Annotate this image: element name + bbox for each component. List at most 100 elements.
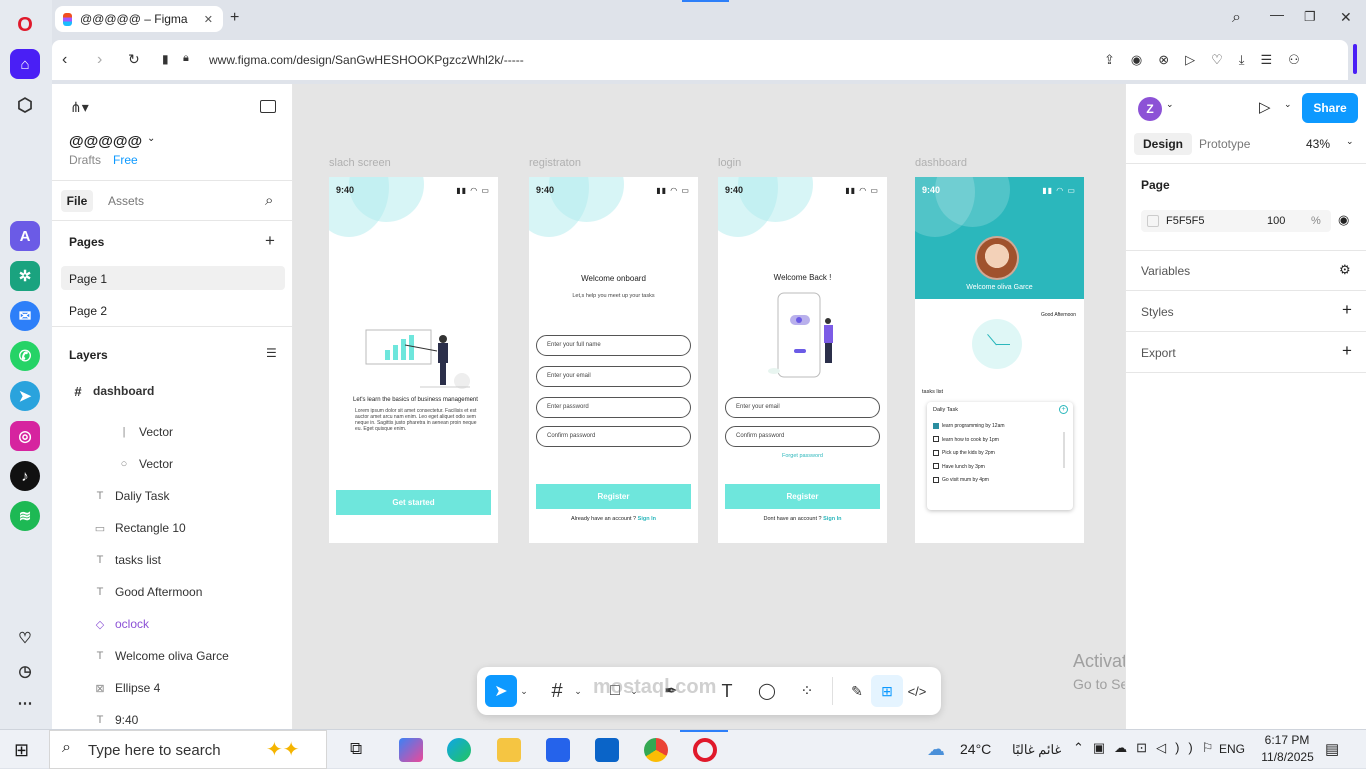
- components-tool-icon[interactable]: ⁘: [791, 675, 823, 707]
- eye-icon[interactable]: ◉: [1338, 212, 1349, 228]
- dev-mode-icon[interactable]: </>: [901, 675, 933, 707]
- toggle-sidebar-icon[interactable]: [260, 100, 276, 113]
- windows-start-icon[interactable]: ⊞: [14, 740, 29, 761]
- forward-icon[interactable]: ›: [97, 51, 102, 69]
- weather-icon[interactable]: ☁: [927, 739, 945, 760]
- chatgpt-icon[interactable]: ✲: [10, 261, 40, 291]
- back-icon[interactable]: ‹: [62, 51, 67, 69]
- taskbar-search[interactable]: ⌕ Type here to search ✦✦: [49, 730, 327, 769]
- collapse-layers-icon[interactable]: ☰: [266, 346, 277, 360]
- styles-section[interactable]: Styles: [1141, 305, 1174, 319]
- frame-tool-icon[interactable]: #: [541, 675, 573, 707]
- url-field[interactable]: www.figma.com/design/SanGwHESHOOKPgzczWh…: [209, 53, 524, 67]
- page-item-1[interactable]: Page 1: [61, 266, 285, 290]
- checkbox[interactable]: [933, 449, 939, 456]
- layer-time[interactable]: T 9:40: [52, 704, 292, 729]
- home-icon[interactable]: ⌂: [10, 49, 40, 79]
- aria-icon[interactable]: A: [10, 221, 40, 251]
- task-view-icon[interactable]: ⧉: [350, 739, 362, 759]
- checkbox[interactable]: [933, 463, 939, 470]
- move-tool-icon[interactable]: ➤: [485, 675, 517, 707]
- whatsapp-icon[interactable]: ✆: [10, 341, 40, 371]
- frame-login[interactable]: 9:40 ▮▮ ◠ ▭ Welcome Back ! Enter your em…: [718, 177, 887, 543]
- opera-taskbar-icon[interactable]: [693, 738, 717, 762]
- telegram-icon[interactable]: ➤: [10, 381, 40, 411]
- task-item[interactable]: Pick up the kids by 2pm: [933, 447, 1005, 461]
- frame-dashboard[interactable]: Welcome oliva Garce 9:40 ▮▮ ◠ ▭ Good Aft…: [915, 177, 1084, 543]
- scrollbar[interactable]: [1353, 44, 1357, 74]
- layer-daliy-task[interactable]: T Daliy Task: [52, 480, 292, 512]
- reload-icon[interactable]: ↻: [128, 51, 140, 68]
- weather-text[interactable]: غائم غالبًا: [1012, 742, 1061, 758]
- restore-icon[interactable]: ❐: [1304, 9, 1316, 25]
- design-mode-icon[interactable]: ⊞: [871, 675, 903, 707]
- plan-badge[interactable]: Free: [113, 153, 138, 167]
- card-scrollbar[interactable]: [1063, 432, 1065, 468]
- instagram-icon[interactable]: ◎: [10, 421, 40, 451]
- copilot-icon[interactable]: [399, 738, 423, 762]
- page-color-value[interactable]: F5F5F5: [1166, 215, 1205, 227]
- color-swatch[interactable]: [1147, 215, 1159, 227]
- page-item-2[interactable]: Page 2: [69, 304, 107, 318]
- task-item[interactable]: Have lunch by 3pm: [933, 461, 1005, 475]
- frame-label-register[interactable]: registraton: [529, 157, 581, 169]
- frame-register[interactable]: 9:40 ▮▮ ◠ ▭ Welcome onboard Let,s help y…: [529, 177, 698, 543]
- add-page-icon[interactable]: +: [265, 231, 275, 251]
- store-icon[interactable]: [546, 738, 570, 762]
- confirm-password-input[interactable]: Confirm password: [536, 426, 691, 447]
- checkbox-checked[interactable]: [933, 422, 939, 429]
- browser-tab[interactable]: @@@@@ – Figma ✕: [55, 6, 223, 32]
- tab-assets[interactable]: Assets: [108, 194, 144, 208]
- new-tab-icon[interactable]: +: [230, 9, 239, 27]
- tiktok-icon[interactable]: ♪: [10, 461, 40, 491]
- page-color-field[interactable]: F5F5F5 100 %: [1141, 210, 1331, 232]
- close-tab-icon[interactable]: ✕: [204, 13, 213, 26]
- layer-dashboard[interactable]: # dashboard: [52, 375, 292, 407]
- tab-file[interactable]: File: [61, 190, 93, 212]
- add-export-icon[interactable]: +: [1342, 341, 1352, 361]
- outlook-icon[interactable]: [595, 738, 619, 762]
- checkbox[interactable]: [933, 476, 939, 483]
- email-input[interactable]: Enter your email: [536, 366, 691, 387]
- layer-good-afternoon[interactable]: T Good Aftermoon: [52, 576, 292, 608]
- file-explorer-icon[interactable]: [497, 738, 521, 762]
- frame-label-login[interactable]: login: [718, 157, 741, 169]
- add-style-icon[interactable]: +: [1342, 300, 1352, 320]
- forgot-password-link[interactable]: Forget password: [718, 453, 887, 459]
- draw-tool-icon[interactable]: ✎: [841, 675, 873, 707]
- frame-splash[interactable]: 9:40 ▮▮ ◠ ▭ Let's learn the basics of bu…: [329, 177, 498, 543]
- clock-time[interactable]: 6:17 PM: [1262, 733, 1312, 747]
- chevron-down-icon[interactable]: ⌄: [571, 675, 585, 707]
- get-started-button[interactable]: Get started: [336, 490, 491, 515]
- task-item[interactable]: Go visit mum by 4pm: [933, 474, 1005, 488]
- layer-vector-line[interactable]: | Vector: [52, 416, 292, 448]
- task-item[interactable]: learn programming by 12am: [933, 420, 1005, 434]
- register-button[interactable]: Register: [536, 484, 691, 509]
- language-indicator[interactable]: ENG: [1219, 742, 1245, 756]
- more-icon[interactable]: ⋯: [10, 688, 40, 718]
- add-task-icon[interactable]: +: [1059, 405, 1068, 414]
- user-avatar[interactable]: Z: [1138, 97, 1162, 121]
- layer-welcome[interactable]: T Welcome oliva Garce: [52, 640, 292, 672]
- sign-in-link[interactable]: Sign In: [638, 516, 656, 522]
- file-name[interactable]: @@@@@: [69, 133, 142, 150]
- layer-tasks-list[interactable]: Ttasks list: [52, 544, 292, 576]
- spotify-icon[interactable]: ≋: [10, 501, 40, 531]
- layer-ellipse[interactable]: ⊠ Ellipse 4: [52, 672, 292, 704]
- edge-icon[interactable]: [447, 738, 471, 762]
- search-tabs-icon[interactable]: ⌕: [1232, 9, 1241, 27]
- login-password-input[interactable]: Confirm password: [725, 426, 880, 447]
- present-icon[interactable]: ▷: [1259, 98, 1271, 116]
- page-opacity-value[interactable]: 100: [1267, 215, 1285, 227]
- drafts-label[interactable]: Drafts: [69, 153, 101, 167]
- comment-tool-icon[interactable]: ◯: [751, 675, 783, 707]
- close-window-icon[interactable]: ✕: [1340, 9, 1352, 26]
- variables-section[interactable]: Variables: [1141, 264, 1190, 278]
- chrome-icon[interactable]: [644, 738, 668, 762]
- system-tray-icons[interactable]: ⌃▣☁⊡◁))⚐: [1073, 740, 1222, 756]
- variables-icon[interactable]: ⚙: [1339, 262, 1351, 278]
- sign-in-link[interactable]: Sign In: [823, 516, 841, 522]
- login-email-input[interactable]: Enter your email: [725, 397, 880, 418]
- frame-label-splash[interactable]: slach screen: [329, 157, 391, 169]
- opera-logo-icon[interactable]: O: [10, 10, 40, 40]
